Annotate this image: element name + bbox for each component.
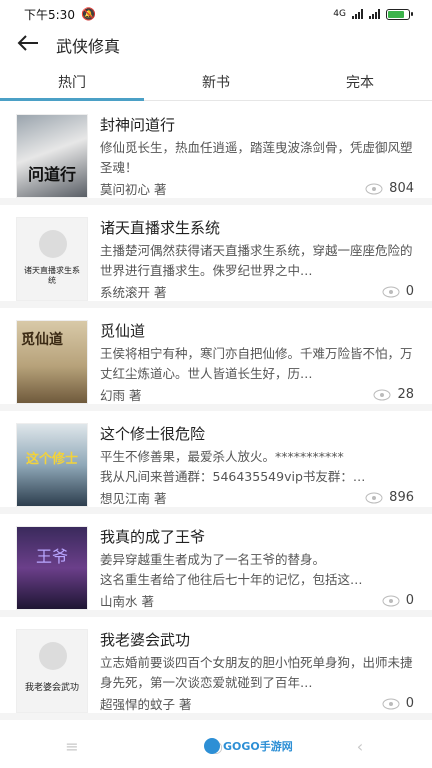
book-title: 我真的成了王爷 — [100, 528, 206, 546]
book-title: 这个修士很危险 — [100, 425, 206, 443]
book-desc: 王侯将相宁有种，寒门亦自把仙修。千难万险皆不怕，万丈红尘炼道心。世人皆道长生好，… — [100, 345, 413, 381]
view-count-value: 804 — [389, 181, 414, 196]
book-desc: 姜异穿越重生者成为了一名王爷的替身。 这名重生者给了他往后七十年的记忆，包括这… — [100, 551, 363, 587]
view-count: 28 — [373, 387, 414, 402]
book-author: 系统滚开 著 — [100, 285, 167, 300]
book-author: 幻雨 著 — [100, 388, 142, 403]
eye-icon — [382, 698, 400, 709]
eye-icon — [373, 389, 391, 400]
eye-icon — [382, 286, 400, 297]
book-desc: 平生不修善果，最爱杀人放火。*********** 我从凡间来普通群：54643… — [100, 448, 366, 484]
chevron-left-icon: ‹ — [356, 736, 364, 756]
view-count: 0 — [382, 696, 414, 711]
book-meta: 系统滚开 著 0 — [100, 282, 414, 301]
book-desc: 主播楚河偶然获得诸天直播求生系统，穿越一座座危险的世界进行直播求生。侏罗纪世界之… — [100, 242, 413, 278]
book-desc: 修仙觅长生，热血任逍遥，踏莲曳波涤剑骨，凭虚御风塑圣魂！ — [100, 139, 413, 175]
book-cover: 王爷 — [16, 526, 88, 610]
book-meta: 莫问初心 著 804 — [100, 179, 414, 198]
tab-new[interactable]: 新书 — [144, 68, 288, 100]
tab-finished[interactable]: 完本 — [288, 68, 432, 100]
eye-icon — [382, 595, 400, 606]
page-title: 武侠修真 — [56, 37, 121, 56]
book-meta: 想见江南 著 896 — [100, 488, 414, 507]
view-count-value: 28 — [397, 387, 414, 402]
book-info: 诸天直播求生系统 主播楚河偶然获得诸天直播求生系统，穿越一座座危险的世界进行直播… — [100, 217, 414, 301]
book-meta: 山南水 著 0 — [100, 591, 414, 610]
cover-title: 问道行 — [27, 165, 76, 184]
book-desc: 立志婚前要谈四百个女朋友的胆小怕死单身狗，出师未捷身先死，第一次谈恋爱就碰到了百… — [100, 654, 413, 690]
arrow-left-icon — [17, 33, 39, 58]
book-info: 我老婆会武功 立志婚前要谈四百个女朋友的胆小怕死单身狗，出师未捷身先死，第一次谈… — [100, 629, 414, 713]
eye-icon — [365, 183, 383, 194]
mute-icon: 🔕 — [80, 7, 96, 21]
status-bar: 下午5:30 🔕 4G — [0, 0, 432, 28]
battery-level — [388, 10, 404, 18]
list-item[interactable]: 这个修士 这个修士很危险 平生不修善果，最爱杀人放火。*********** 我… — [0, 411, 432, 514]
watermark: GOGO手游网 — [204, 734, 304, 758]
watermark-logo-icon — [204, 738, 220, 754]
list-item[interactable]: 问道行 封神问道行 修仙觅长生，热血任逍遥，踏莲曳波涤剑骨，凭虚御风塑圣魂！ 莫… — [0, 102, 432, 205]
tab-hot[interactable]: 热门 — [0, 68, 144, 101]
book-cover: 诸天直播求生系统 — [16, 217, 88, 301]
view-count: 0 — [382, 593, 414, 608]
menu-icon: ≡ — [65, 736, 79, 756]
app-bar: 武侠修真 — [0, 28, 432, 62]
view-count-value: 0 — [405, 593, 414, 608]
book-cover: 觅仙道 — [16, 320, 88, 404]
eye-icon — [365, 492, 383, 503]
book-title: 觅仙道 — [100, 322, 146, 340]
list-item[interactable]: 诸天直播求生系统 诸天直播求生系统 主播楚河偶然获得诸天直播求生系统，穿越一座座… — [0, 205, 432, 308]
status-time: 下午5:30 — [24, 7, 75, 22]
view-count-value: 896 — [389, 490, 414, 505]
book-author: 山南水 著 — [100, 594, 154, 609]
cover-title: 诸天直播求生系统 — [24, 266, 80, 285]
view-count-value: 0 — [405, 696, 414, 711]
book-info: 封神问道行 修仙觅长生，热血任逍遥，踏莲曳波涤剑骨，凭虚御风塑圣魂！ 莫问初心 … — [100, 114, 414, 198]
network-label: 4G — [333, 9, 346, 19]
book-cover: 问道行 — [16, 114, 88, 198]
book-title: 诸天直播求生系统 — [100, 219, 221, 237]
book-cover: 这个修士 — [16, 423, 88, 507]
cover-title: 觅仙道 — [21, 332, 63, 348]
battery-icon — [386, 8, 413, 20]
view-count-value: 0 — [405, 284, 414, 299]
book-title: 我老婆会武功 — [100, 631, 191, 649]
view-count: 804 — [365, 181, 414, 196]
view-count: 0 — [382, 284, 414, 299]
cover-title: 王爷 — [35, 547, 68, 566]
back-button[interactable] — [0, 28, 56, 62]
list-item[interactable]: 觅仙道 觅仙道 王侯将相宁有种，寒门亦自把仙修。千难万险皆不怕，万丈红尘炼道心。… — [0, 308, 432, 411]
cover-title: 这个修士 — [25, 452, 78, 467]
signal-icon — [352, 9, 363, 19]
view-count: 896 — [365, 490, 414, 505]
list-item[interactable]: 王爷 我真的成了王爷 姜异穿越重生者成为了一名王爷的替身。 这名重生者给了他往后… — [0, 514, 432, 617]
book-title: 封神问道行 — [100, 116, 176, 134]
book-cover: 我老婆会武功 — [16, 629, 88, 713]
list-item[interactable]: 我老婆会武功 我老婆会武功 立志婚前要谈四百个女朋友的胆小怕死单身狗，出师未捷身… — [0, 617, 432, 720]
book-placeholder-icon — [39, 230, 67, 258]
book-author: 超强悍的蚊子 著 — [100, 697, 192, 712]
book-meta: 超强悍的蚊子 著 0 — [100, 694, 414, 713]
book-info: 觅仙道 王侯将相宁有种，寒门亦自把仙修。千难万险皆不怕，万丈红尘炼道心。世人皆道… — [100, 320, 414, 404]
cover-title: 我老婆会武功 — [24, 683, 79, 693]
book-list: 问道行 封神问道行 修仙觅长生，热血任逍遥，踏莲曳波涤剑骨，凭虚御风塑圣魂！ 莫… — [0, 102, 432, 720]
nav-back-button[interactable]: ‹ — [340, 731, 380, 761]
book-author: 想见江南 著 — [100, 491, 167, 506]
book-info: 这个修士很危险 平生不修善果，最爱杀人放火。*********** 我从凡间来普… — [100, 423, 414, 507]
watermark-text: GOGO手游网 — [223, 740, 293, 753]
book-info: 我真的成了王爷 姜异穿越重生者成为了一名王爷的替身。 这名重生者给了他往后七十年… — [100, 526, 414, 610]
book-placeholder-icon — [39, 642, 67, 670]
signal-icon-2 — [369, 9, 380, 19]
menu-button[interactable]: ≡ — [52, 731, 92, 761]
tab-bar: 热门 新书 完本 — [0, 68, 432, 101]
book-author: 莫问初心 著 — [100, 182, 167, 197]
book-meta: 幻雨 著 28 — [100, 385, 414, 404]
